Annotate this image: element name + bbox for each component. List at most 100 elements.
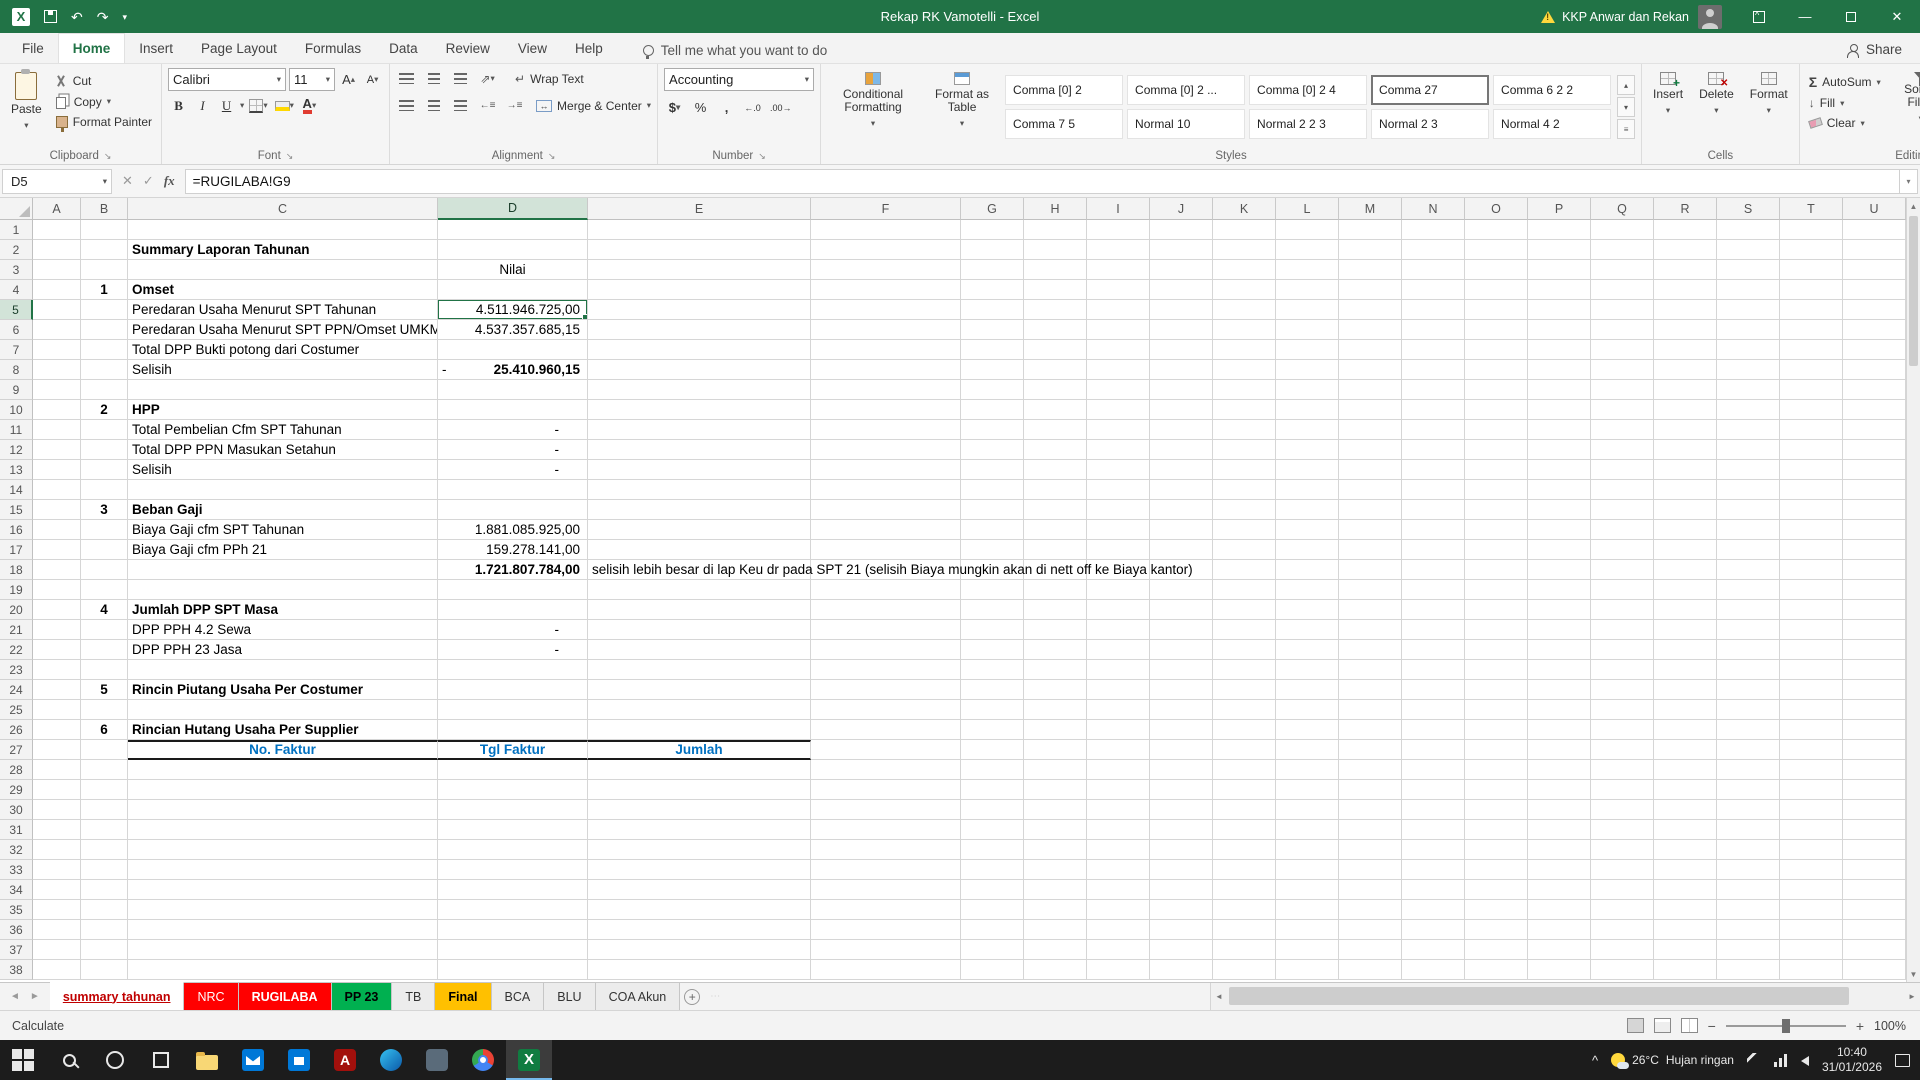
cell-U1[interactable] bbox=[1843, 220, 1906, 240]
cell-D6[interactable]: 4.537.357.685,15 bbox=[438, 320, 588, 340]
cell-H33[interactable] bbox=[1024, 860, 1087, 880]
cell-U26[interactable] bbox=[1843, 720, 1906, 740]
cell-B20[interactable]: 4 bbox=[81, 600, 128, 620]
cell-E8[interactable] bbox=[588, 360, 811, 380]
cell-F2[interactable] bbox=[811, 240, 961, 260]
cell-G6[interactable] bbox=[961, 320, 1024, 340]
cell-D13[interactable]: - bbox=[438, 460, 588, 480]
cell-D7[interactable] bbox=[438, 340, 588, 360]
cell-D2[interactable] bbox=[438, 240, 588, 260]
sheet-tab-summary-tahunan[interactable]: summary tahunan bbox=[50, 982, 185, 1010]
cell-D8[interactable]: -25.410.960,15 bbox=[438, 360, 588, 380]
format-as-table-button[interactable]: Format as Table ▾ bbox=[925, 68, 999, 146]
cell-K32[interactable] bbox=[1213, 840, 1276, 860]
cell-G7[interactable] bbox=[961, 340, 1024, 360]
cell-U25[interactable] bbox=[1843, 700, 1906, 720]
cell-D35[interactable] bbox=[438, 900, 588, 920]
cell-E17[interactable] bbox=[588, 540, 811, 560]
select-all-button[interactable] bbox=[0, 198, 33, 220]
cell-H2[interactable] bbox=[1024, 240, 1087, 260]
cell-Q32[interactable] bbox=[1591, 840, 1654, 860]
cell-A22[interactable] bbox=[33, 640, 81, 660]
taskbar-edge-button[interactable] bbox=[368, 1040, 414, 1080]
cell-S18[interactable] bbox=[1717, 560, 1780, 580]
tray-expand-icon[interactable]: ^ bbox=[1592, 1053, 1598, 1068]
cell-M11[interactable] bbox=[1339, 420, 1402, 440]
cell-E7[interactable] bbox=[588, 340, 811, 360]
row-header-13[interactable]: 13 bbox=[0, 460, 33, 480]
insert-cells-button[interactable]: Insert▾ bbox=[1648, 68, 1688, 146]
cell-E25[interactable] bbox=[588, 700, 811, 720]
comma-style-button[interactable]: , bbox=[716, 97, 737, 118]
cell-M15[interactable] bbox=[1339, 500, 1402, 520]
cell-J24[interactable] bbox=[1150, 680, 1213, 700]
underline-button[interactable]: U bbox=[216, 95, 237, 116]
cell-E32[interactable] bbox=[588, 840, 811, 860]
cell-E37[interactable] bbox=[588, 940, 811, 960]
format-painter-button[interactable]: Format Painter bbox=[53, 113, 155, 131]
copy-button[interactable]: Copy▾ bbox=[53, 92, 155, 111]
cell-F31[interactable] bbox=[811, 820, 961, 840]
cell-I38[interactable] bbox=[1087, 960, 1150, 980]
cell-R36[interactable] bbox=[1654, 920, 1717, 940]
cell-B33[interactable] bbox=[81, 860, 128, 880]
cell-A6[interactable] bbox=[33, 320, 81, 340]
cell-T4[interactable] bbox=[1780, 280, 1843, 300]
cell-G30[interactable] bbox=[961, 800, 1024, 820]
cell-M16[interactable] bbox=[1339, 520, 1402, 540]
cell-J13[interactable] bbox=[1150, 460, 1213, 480]
column-header-P[interactable]: P bbox=[1528, 198, 1591, 220]
cell-P7[interactable] bbox=[1528, 340, 1591, 360]
cell-R8[interactable] bbox=[1654, 360, 1717, 380]
cell-H23[interactable] bbox=[1024, 660, 1087, 680]
cell-L23[interactable] bbox=[1276, 660, 1339, 680]
cell-C31[interactable] bbox=[128, 820, 438, 840]
cell-R11[interactable] bbox=[1654, 420, 1717, 440]
expand-formula-bar-icon[interactable]: ▾ bbox=[1900, 169, 1918, 194]
cell-N10[interactable] bbox=[1402, 400, 1465, 420]
cell-U38[interactable] bbox=[1843, 960, 1906, 980]
cell-R17[interactable] bbox=[1654, 540, 1717, 560]
cell-A23[interactable] bbox=[33, 660, 81, 680]
cell-G13[interactable] bbox=[961, 460, 1024, 480]
column-header-U[interactable]: U bbox=[1843, 198, 1906, 220]
cell-O9[interactable] bbox=[1465, 380, 1528, 400]
cell-D37[interactable] bbox=[438, 940, 588, 960]
cell-M7[interactable] bbox=[1339, 340, 1402, 360]
cell-B26[interactable]: 6 bbox=[81, 720, 128, 740]
cell-C8[interactable]: Selisih bbox=[128, 360, 438, 380]
zoom-level[interactable]: 100% bbox=[1874, 1019, 1906, 1033]
style-chip-comma-7-5[interactable]: Comma 7 5 bbox=[1005, 109, 1123, 139]
cell-I35[interactable] bbox=[1087, 900, 1150, 920]
cell-K33[interactable] bbox=[1213, 860, 1276, 880]
tab-overflow-icon[interactable]: ⋯ bbox=[704, 983, 727, 1010]
cell-N6[interactable] bbox=[1402, 320, 1465, 340]
cell-B14[interactable] bbox=[81, 480, 128, 500]
increase-indent-button[interactable]: →≡ bbox=[504, 95, 525, 116]
cell-U8[interactable] bbox=[1843, 360, 1906, 380]
zoom-slider-thumb[interactable] bbox=[1782, 1019, 1790, 1033]
cell-K16[interactable] bbox=[1213, 520, 1276, 540]
cell-Q30[interactable] bbox=[1591, 800, 1654, 820]
cell-P12[interactable] bbox=[1528, 440, 1591, 460]
cell-J15[interactable] bbox=[1150, 500, 1213, 520]
accounting-format-button[interactable]: $▾ bbox=[664, 97, 685, 118]
cell-N28[interactable] bbox=[1402, 760, 1465, 780]
ribbon-tab-file[interactable]: File bbox=[8, 33, 58, 63]
cell-I4[interactable] bbox=[1087, 280, 1150, 300]
cell-B5[interactable] bbox=[81, 300, 128, 320]
cell-N18[interactable] bbox=[1402, 560, 1465, 580]
cell-Q31[interactable] bbox=[1591, 820, 1654, 840]
cell-O28[interactable] bbox=[1465, 760, 1528, 780]
cell-O4[interactable] bbox=[1465, 280, 1528, 300]
cell-E13[interactable] bbox=[588, 460, 811, 480]
style-chip-comma-0-2-4[interactable]: Comma [0] 2 4 bbox=[1249, 75, 1367, 105]
cell-O2[interactable] bbox=[1465, 240, 1528, 260]
cell-T2[interactable] bbox=[1780, 240, 1843, 260]
row-header-34[interactable]: 34 bbox=[0, 880, 33, 900]
cell-G37[interactable] bbox=[961, 940, 1024, 960]
cell-H4[interactable] bbox=[1024, 280, 1087, 300]
cell-B8[interactable] bbox=[81, 360, 128, 380]
cell-K15[interactable] bbox=[1213, 500, 1276, 520]
cell-B24[interactable]: 5 bbox=[81, 680, 128, 700]
